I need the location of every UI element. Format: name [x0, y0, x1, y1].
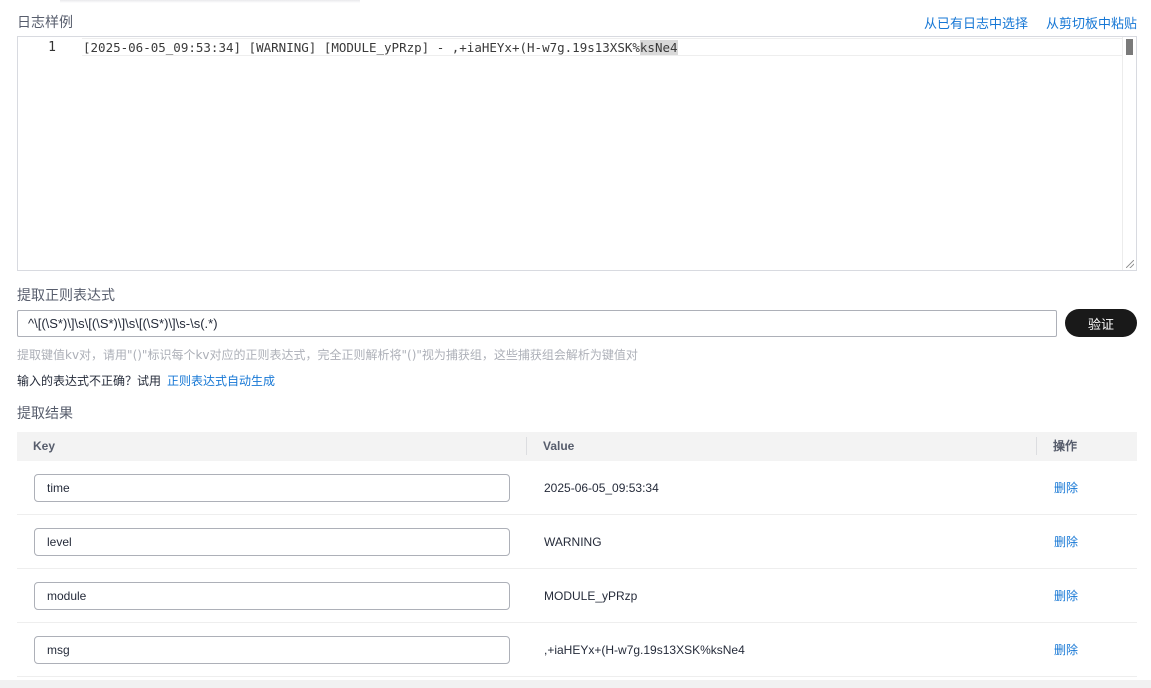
value-cell: WARNING: [544, 535, 602, 549]
delete-link[interactable]: 删除: [1054, 461, 1078, 515]
paste-from-clipboard-link[interactable]: 从剪切板中粘贴: [1046, 17, 1137, 32]
editor-code-area[interactable]: [2025-06-05_09:53:34] [WARNING] [MODULE_…: [82, 37, 1122, 270]
editor-gutter: 1: [18, 37, 82, 270]
log-line[interactable]: [2025-06-05_09:53:34] [WARNING] [MODULE_…: [83, 39, 678, 57]
log-sample-editor[interactable]: 1 [2025-06-05_09:53:34] [WARNING] [MODUL…: [17, 36, 1137, 271]
regex-hint: 提取键值kv对，请用"()"标识每个kv对应的正则表达式，完全正则解析将"()"…: [17, 348, 638, 362]
delete-link[interactable]: 删除: [1054, 515, 1078, 569]
autogen-prefix: 输入的表达式不正确？试用: [17, 374, 162, 388]
table-row: WARNING 删除: [17, 515, 1137, 569]
scrollbar-thumb[interactable]: [1126, 39, 1133, 55]
key-input[interactable]: [34, 474, 510, 502]
key-input[interactable]: [34, 636, 510, 664]
delete-link[interactable]: 删除: [1054, 623, 1078, 677]
verify-button[interactable]: 验证: [1065, 309, 1137, 337]
table-header: Key Value 操作: [17, 432, 1137, 461]
value-cell: ,+iaHEYx+(H-w7g.19s13XSK%ksNe4: [544, 643, 745, 657]
column-operation: 操作: [1053, 439, 1078, 453]
delete-link[interactable]: 删除: [1054, 569, 1078, 623]
result-table: Key Value 操作 2025-06-05_09:53:34 删除 WARN…: [17, 432, 1137, 677]
column-key: Key: [33, 439, 56, 453]
bottom-bar: [0, 680, 1151, 688]
editor-scrollbar[interactable]: [1122, 37, 1136, 270]
select-from-logs-link[interactable]: 从已有日志中选择: [924, 17, 1028, 32]
line-number: 1: [48, 40, 56, 55]
log-sample-header: 日志样例 从已有日志中选择 从剪切板中粘贴: [17, 12, 1137, 32]
value-cell: 2025-06-05_09:53:34: [544, 481, 659, 495]
regex-autogen-link[interactable]: 正则表达式自动生成: [167, 374, 275, 388]
top-shadow: [60, 0, 360, 3]
regex-title: 提取正则表达式: [17, 288, 115, 304]
result-title: 提取结果: [17, 406, 73, 422]
log-line-selection: ksNe4: [639, 40, 678, 55]
regex-input[interactable]: [17, 310, 1057, 337]
log-sample-links: 从已有日志中选择 从剪切板中粘贴: [924, 13, 1137, 32]
log-sample-title: 日志样例: [17, 15, 73, 31]
table-row: ,+iaHEYx+(H-w7g.19s13XSK%ksNe4 删除: [17, 623, 1137, 677]
regex-autogen: 输入的表达式不正确？试用 正则表达式自动生成: [17, 372, 275, 389]
value-cell: MODULE_yPRzp: [544, 589, 638, 603]
column-divider: [526, 437, 527, 455]
key-input[interactable]: [34, 528, 510, 556]
resize-handle-icon[interactable]: [1126, 260, 1134, 268]
column-divider: [1036, 437, 1037, 455]
column-value: Value: [543, 439, 575, 453]
key-input[interactable]: [34, 582, 510, 610]
table-row: MODULE_yPRzp 删除: [17, 569, 1137, 623]
table-row: 2025-06-05_09:53:34 删除: [17, 461, 1137, 515]
log-line-text: [2025-06-05_09:53:34] [WARNING] [MODULE_…: [83, 40, 640, 55]
